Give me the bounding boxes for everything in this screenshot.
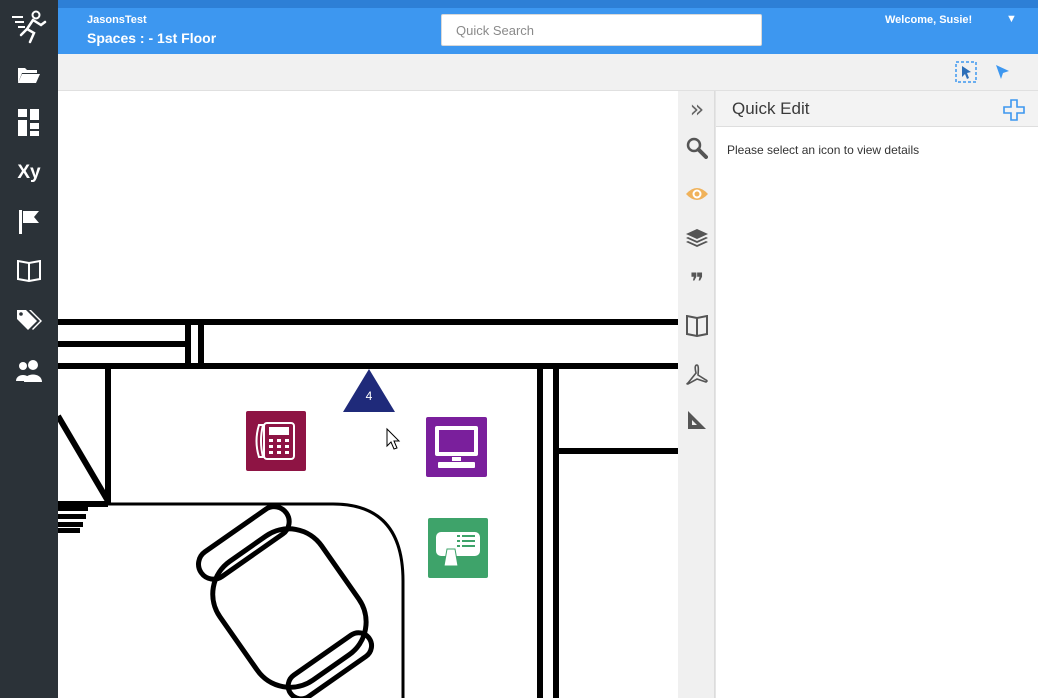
xy-coordinates-icon: Xy xyxy=(17,162,41,183)
nav-item-activity[interactable] xyxy=(0,4,58,50)
computer-asset-icon[interactable] xyxy=(426,417,487,477)
quick-edit-panel: Quick Edit Please select an icon to view… xyxy=(715,91,1038,698)
collapse-panel-button[interactable]: » xyxy=(682,94,712,124)
floor-plan-canvas[interactable]: 4 xyxy=(58,91,678,698)
users-icon xyxy=(16,360,42,382)
welcome-message: Welcome, Susie! xyxy=(885,14,973,26)
nav-item-dashboard[interactable] xyxy=(0,100,58,146)
dashboard-grid-icon xyxy=(18,109,39,136)
flag-icon xyxy=(19,210,39,234)
nav-item-folders[interactable] xyxy=(0,52,58,98)
measure-tool-button[interactable] xyxy=(682,405,712,435)
layers-icon xyxy=(686,229,708,247)
quick-edit-header: Quick Edit xyxy=(716,91,1038,127)
pdf-export-button[interactable] xyxy=(682,359,712,389)
phone-asset-icon[interactable] xyxy=(246,411,306,471)
plus-outline-icon xyxy=(1003,99,1025,121)
nav-item-flags[interactable] xyxy=(0,199,58,245)
user-menu-dropdown-icon[interactable]: ▼ xyxy=(1006,13,1017,25)
nav-item-tags[interactable] xyxy=(0,297,58,343)
search-tool-button[interactable] xyxy=(682,133,712,163)
folder-open-icon xyxy=(18,68,40,83)
annotations-tool-button[interactable]: ❞ xyxy=(682,267,712,297)
magnifier-icon xyxy=(686,137,708,159)
running-person-icon xyxy=(12,10,47,44)
pointer-arrow-icon xyxy=(996,65,1009,79)
nav-item-xy[interactable]: Xy xyxy=(0,150,58,196)
ruler-triangle-icon xyxy=(688,411,706,429)
top-header: JasonsTest Spaces : - 1st Floor Welcome,… xyxy=(58,0,1038,54)
page-title: Spaces : - 1st Floor xyxy=(87,30,217,46)
visibility-tool-button[interactable] xyxy=(682,179,712,209)
eye-icon xyxy=(686,188,708,200)
left-nav: Xy xyxy=(0,0,58,698)
quote-icon: ❞ xyxy=(689,268,705,296)
nav-item-people[interactable] xyxy=(0,348,58,394)
map-toolbar xyxy=(58,54,1038,91)
app-name: JasonsTest xyxy=(87,14,147,26)
search-input[interactable] xyxy=(441,14,762,46)
book-open-icon xyxy=(17,260,41,282)
map-side-tools: » ❞ xyxy=(678,91,715,698)
printer-asset-icon[interactable] xyxy=(428,518,488,578)
quick-edit-message: Please select an icon to view details xyxy=(727,143,920,157)
pointer-button[interactable] xyxy=(990,60,1014,84)
pdf-icon xyxy=(686,364,708,385)
quick-edit-title: Quick Edit xyxy=(732,99,810,118)
select-area-button[interactable] xyxy=(954,60,978,84)
double-chevron-right-icon: » xyxy=(689,95,705,123)
map-icon xyxy=(686,315,708,337)
nav-item-guides[interactable] xyxy=(0,248,58,294)
space-marker-label: 4 xyxy=(365,389,373,403)
tags-icon xyxy=(17,310,42,330)
map-tool-button[interactable] xyxy=(682,311,712,341)
add-button[interactable] xyxy=(1003,99,1025,121)
layers-tool-button[interactable] xyxy=(682,223,712,253)
select-area-icon xyxy=(955,61,977,83)
